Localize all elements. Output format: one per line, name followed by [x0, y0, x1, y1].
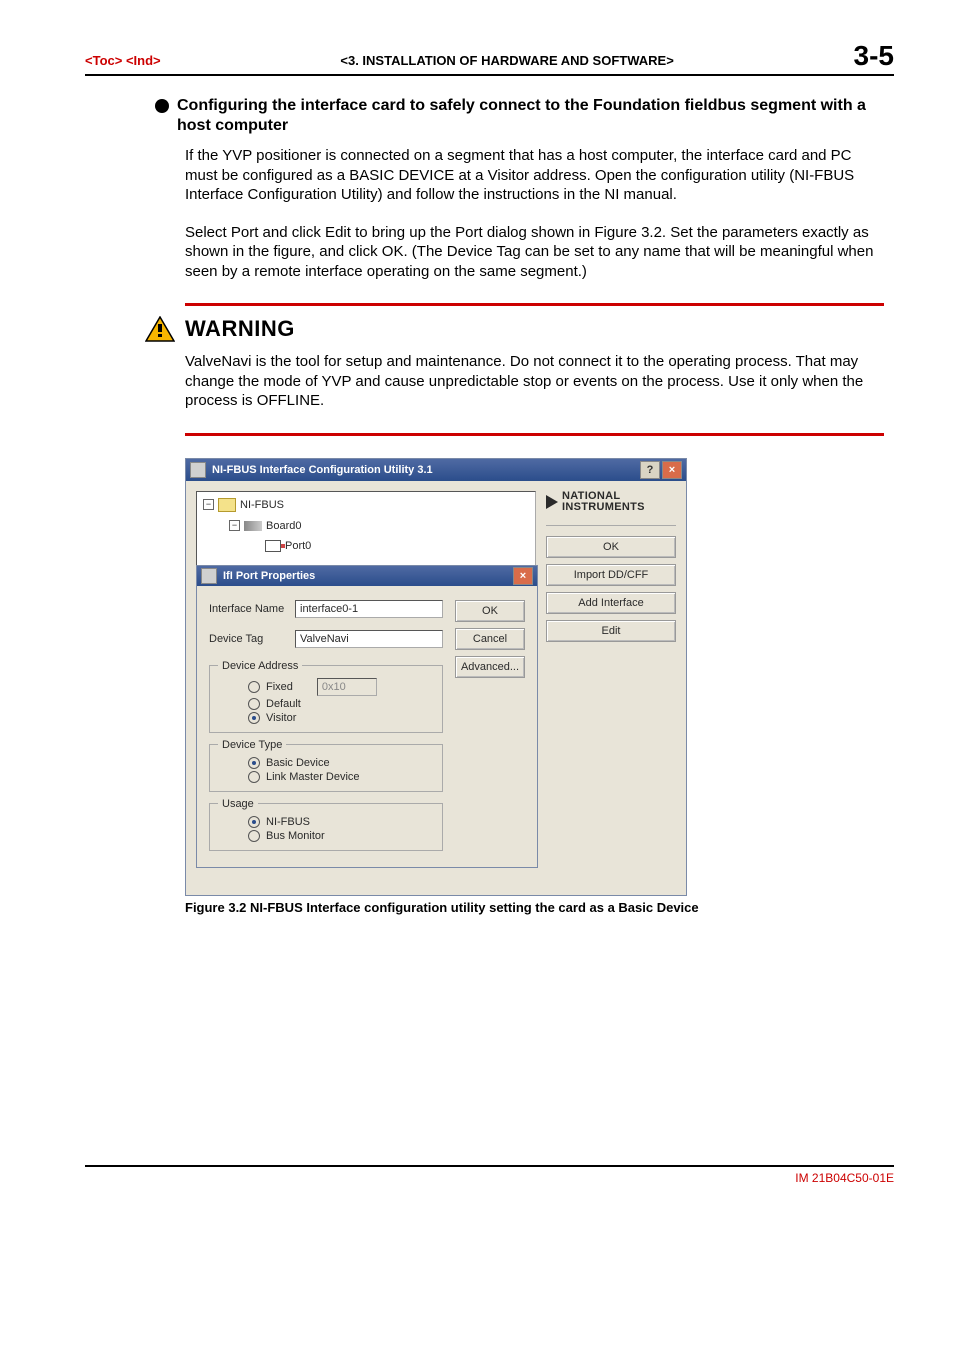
port-icon — [265, 540, 281, 552]
footer-divider — [85, 1165, 894, 1167]
fixed-label: Fixed — [266, 681, 293, 693]
page-number: 3-5 — [854, 40, 894, 72]
import-button[interactable]: Import DD/CFF — [546, 564, 676, 586]
device-address-group: Device Address Fixed 0x10 Default — [209, 660, 443, 733]
dialog-titlebar: IfI Port Properties × — [197, 566, 537, 586]
help-button[interactable]: ? — [640, 461, 660, 479]
device-address-legend: Device Address — [218, 660, 302, 672]
dialog-title: IfI Port Properties — [223, 570, 315, 582]
tree-root-row[interactable]: − NI-FBUS — [203, 498, 529, 512]
nifbus-radio-row[interactable]: NI-FBUS — [218, 816, 434, 828]
radio-icon[interactable] — [248, 712, 260, 724]
section-heading: Configuring the interface card to safely… — [177, 96, 884, 136]
tree-board-label: Board0 — [266, 520, 301, 532]
warning-heading-row: WARNING — [145, 316, 884, 342]
add-interface-button[interactable]: Add Interface — [546, 592, 676, 614]
radio-icon[interactable] — [248, 816, 260, 828]
toc-link[interactable]: <Toc> — [85, 53, 122, 68]
warning-icon — [145, 316, 175, 342]
logo-line2: INSTRUMENTS — [562, 502, 645, 513]
radio-icon[interactable] — [248, 757, 260, 769]
figure-caption: Figure 3.2 NI-FBUS Interface configurati… — [185, 900, 884, 915]
tree-root-label: NI-FBUS — [240, 499, 284, 511]
device-type-legend: Device Type — [218, 739, 286, 751]
ni-logo-icon — [546, 495, 558, 509]
logo-line1: NATIONAL — [562, 491, 645, 502]
dialog-cancel-button[interactable]: Cancel — [455, 628, 525, 650]
folder-icon — [218, 498, 236, 512]
bullet-icon — [155, 99, 169, 113]
ind-link[interactable]: <Ind> — [126, 53, 161, 68]
tree-board-row[interactable]: − Board0 — [229, 520, 529, 532]
warning-title: WARNING — [185, 316, 295, 342]
ni-logo: NATIONAL INSTRUMENTS — [546, 491, 676, 513]
bus-monitor-radio-row[interactable]: Bus Monitor — [218, 830, 434, 842]
close-button[interactable]: × — [662, 461, 682, 479]
nifbus-label: NI-FBUS — [266, 816, 310, 828]
collapse-icon[interactable]: − — [203, 499, 214, 510]
collapse-icon[interactable]: − — [229, 520, 240, 531]
header-left: <Toc> <Ind> — [85, 53, 161, 68]
usage-group: Usage NI-FBUS Bus Monitor — [209, 798, 443, 851]
device-tag-row: Device Tag ValveNavi — [209, 630, 443, 648]
link-master-radio-row[interactable]: Link Master Device — [218, 771, 434, 783]
device-tag-input[interactable]: ValveNavi — [295, 630, 443, 648]
tree-port-label: Port0 — [285, 540, 311, 552]
edit-button[interactable]: Edit — [546, 620, 676, 642]
bus-monitor-label: Bus Monitor — [266, 830, 325, 842]
basic-device-radio-row[interactable]: Basic Device — [218, 757, 434, 769]
app-title: NI-FBUS Interface Configuration Utility … — [212, 464, 433, 476]
radio-icon[interactable] — [248, 830, 260, 842]
interface-name-label: Interface Name — [209, 603, 289, 615]
dialog-advanced-button[interactable]: Advanced... — [455, 656, 525, 678]
figure: NI-FBUS Interface Configuration Utility … — [185, 458, 884, 915]
app-icon — [190, 462, 206, 478]
usage-legend: Usage — [218, 798, 258, 810]
device-tag-label: Device Tag — [209, 633, 289, 645]
chapter-title: <3. INSTALLATION OF HARDWARE AND SOFTWAR… — [161, 53, 854, 68]
board-icon — [244, 521, 262, 531]
warning-divider-bottom — [185, 433, 884, 436]
default-radio-row[interactable]: Default — [218, 698, 434, 710]
tree-port-row[interactable]: Port0 — [265, 540, 529, 552]
footer-text: IM 21B04C50-01E — [85, 1171, 894, 1185]
default-label: Default — [266, 698, 301, 710]
app-window: NI-FBUS Interface Configuration Utility … — [185, 458, 687, 896]
section-heading-row: Configuring the interface card to safely… — [155, 96, 884, 136]
radio-icon[interactable] — [248, 681, 260, 693]
dialog-close-button[interactable]: × — [513, 567, 533, 585]
device-type-group: Device Type Basic Device Link Master Dev… — [209, 739, 443, 792]
fixed-value-input: 0x10 — [317, 678, 377, 696]
app-titlebar: NI-FBUS Interface Configuration Utility … — [186, 459, 686, 481]
paragraph-1: If the YVP positioner is connected on a … — [185, 146, 884, 205]
basic-device-label: Basic Device — [266, 757, 330, 769]
side-panel: NATIONAL INSTRUMENTS OK Import DD/CFF Ad… — [546, 491, 676, 875]
visitor-radio-row[interactable]: Visitor — [218, 712, 434, 724]
radio-icon[interactable] — [248, 698, 260, 710]
interface-name-input[interactable]: interface0-1 — [295, 600, 443, 618]
fixed-radio-row[interactable]: Fixed 0x10 — [218, 678, 434, 696]
radio-icon[interactable] — [248, 771, 260, 783]
visitor-label: Visitor — [266, 712, 296, 724]
page-header: <Toc> <Ind> <3. INSTALLATION OF HARDWARE… — [85, 40, 894, 76]
ok-button[interactable]: OK — [546, 536, 676, 558]
dialog-ok-button[interactable]: OK — [455, 600, 525, 622]
paragraph-2: Select Port and click Edit to bring up t… — [185, 223, 884, 282]
dialog-icon — [201, 568, 217, 584]
warning-divider-top — [185, 303, 884, 306]
link-master-label: Link Master Device — [266, 771, 360, 783]
port-properties-dialog: IfI Port Properties × Interface Name int… — [196, 565, 538, 868]
interface-name-row: Interface Name interface0-1 — [209, 600, 443, 618]
warning-text: ValveNavi is the tool for setup and main… — [185, 352, 884, 411]
